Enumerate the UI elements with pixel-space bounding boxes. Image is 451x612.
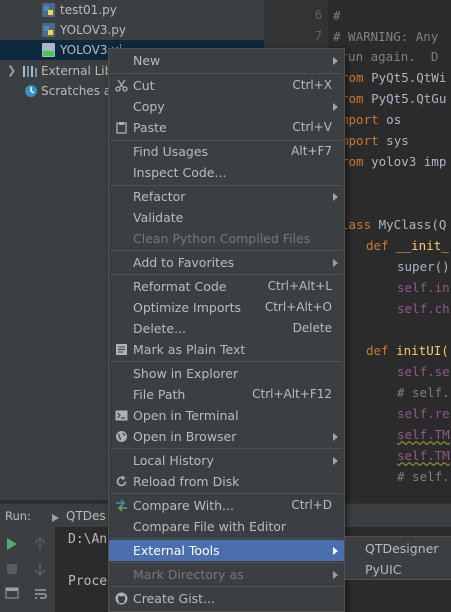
menu-item-refactor[interactable]: Refactor (109, 186, 344, 207)
libraries-icon (23, 66, 37, 77)
scissors-icon (115, 79, 128, 92)
menu-item-local-history[interactable]: Local History (109, 450, 344, 471)
python-file-icon (42, 3, 55, 17)
menu-item-copy[interactable]: Copy (109, 96, 344, 117)
code-line: self.in (397, 280, 450, 295)
menu-item-reload-disk[interactable]: Reload from Disk (109, 471, 344, 492)
menu-item-cut[interactable]: Cut Ctrl+X (109, 75, 344, 96)
submenu-arrow-icon (333, 259, 338, 267)
code-line: def initUI( (366, 343, 449, 358)
stop-icon[interactable] (6, 563, 18, 575)
menu-item-file-path[interactable]: File Path Ctrl+Alt+F12 (109, 384, 344, 405)
menu-separator (111, 73, 342, 74)
tree-item-label: test01.py (60, 3, 117, 17)
code-line: self.re (397, 406, 450, 421)
scratches-icon (25, 85, 37, 97)
submenu-arrow-icon (333, 547, 338, 555)
reload-icon (116, 475, 127, 487)
code-line: self.TM (397, 427, 450, 442)
github-icon (115, 592, 128, 605)
submenu-arrow-icon (333, 103, 338, 111)
code-line: def __init_ (366, 238, 449, 253)
compare-arrows-icon (116, 499, 127, 512)
code-line: self.se (397, 364, 450, 379)
menu-item-new[interactable]: New (109, 50, 344, 71)
console-line: Proce (68, 574, 108, 589)
menu-separator (111, 586, 342, 587)
soft-wrap-icon[interactable] (34, 587, 48, 601)
menu-item-inspect-code[interactable]: Inspect Code... (109, 162, 344, 183)
menu-separator (111, 448, 342, 449)
menu-item-add-to-favorites[interactable]: Add to Favorites (109, 252, 344, 273)
menu-item-open-browser[interactable]: Open in Browser (109, 426, 344, 447)
arrow-up-icon[interactable] (34, 537, 46, 551)
line-number: 6 (314, 8, 322, 22)
menu-item-show-in-explorer[interactable]: Show in Explorer (109, 363, 344, 384)
submenu-arrow-icon (333, 457, 338, 465)
code-line: # self. (397, 385, 450, 400)
submenu-arrow-icon (333, 571, 338, 579)
run-toolbar (0, 527, 55, 612)
code-line: self.TM (397, 448, 450, 463)
menu-item-create-gist[interactable]: Create Gist... (109, 588, 344, 609)
code-line: # (333, 8, 341, 23)
menu-separator (111, 562, 342, 563)
tree-item-yolov3-py[interactable]: YOLOV3.py (0, 20, 264, 40)
external-tools-submenu: QTDesigner PyUIC (344, 536, 451, 580)
code-line: run again. D (333, 49, 439, 64)
context-menu: New Cut Ctrl+X Copy Paste Ctrl+V Find Usag… (108, 48, 345, 612)
submenu-arrow-icon (333, 433, 338, 441)
menu-item-mark-plain-text[interactable]: Mark as Plain Text (109, 339, 344, 360)
code-line: mport sys (341, 133, 409, 148)
chevron-right-icon[interactable]: ❯ (7, 61, 16, 81)
menu-separator (111, 274, 342, 275)
submenu-item-qtdesigner[interactable]: QTDesigner (365, 541, 438, 556)
tree-item-test01[interactable]: test01.py (0, 0, 264, 20)
menu-item-clean-compiled: Clean Python Compiled Files (133, 231, 311, 246)
code-line: self.ch (397, 301, 450, 316)
globe-icon (116, 431, 127, 442)
menu-separator (111, 538, 342, 539)
code-line: rom yolov3 imp (341, 154, 447, 169)
menu-item-compare-editor[interactable]: Compare File with Editor (109, 516, 344, 537)
layout-icon[interactable] (5, 587, 19, 599)
python-file-icon (42, 23, 55, 37)
menu-item-paste[interactable]: Paste Ctrl+V (109, 117, 344, 138)
menu-item-find-usages[interactable]: Find Usages Alt+F7 (109, 141, 344, 162)
menu-item-mark-directory: Mark Directory as (109, 564, 344, 585)
code-line: lass MyClass(Q (341, 217, 447, 232)
line-number: 7 (314, 29, 322, 43)
menu-item-delete[interactable]: Delete... Delete (109, 318, 344, 339)
menu-separator (111, 250, 342, 251)
menu-item-compare-with[interactable]: Compare With... Ctrl+D (109, 495, 344, 516)
tree-item-label: YOLOV3.py (60, 23, 126, 37)
menu-item-optimize-imports[interactable]: Optimize Imports Ctrl+Alt+O (109, 297, 344, 318)
menu-item-external-tools[interactable]: External Tools (109, 540, 344, 561)
submenu-item-pyuic[interactable]: PyUIC (365, 562, 402, 577)
terminal-icon (115, 410, 128, 421)
code-line: super() (397, 259, 450, 274)
menu-separator (111, 361, 342, 362)
arrow-down-icon[interactable] (34, 562, 46, 576)
code-line: mport os (341, 112, 402, 127)
clipboard-icon (116, 122, 127, 134)
text-file-icon (116, 344, 127, 355)
run-panel-label: Run: (5, 509, 31, 523)
code-line: rom PyQt5.QtWi (341, 70, 447, 85)
submenu-arrow-icon (333, 57, 338, 65)
submenu-arrow-icon (333, 193, 338, 201)
menu-item-open-terminal[interactable]: Open in Terminal (109, 405, 344, 426)
menu-item-validate[interactable]: Validate (109, 207, 344, 228)
menu-separator (111, 493, 342, 494)
code-line: # WARNING: Any (333, 29, 439, 44)
run-tab[interactable]: QTDes (66, 509, 106, 523)
play-icon[interactable] (6, 537, 18, 551)
menu-item-reformat-code[interactable]: Reformat Code Ctrl+Alt+L (109, 276, 344, 297)
qt-ui-file-icon (42, 43, 55, 57)
code-line: # self. (397, 469, 450, 484)
console-line: D:\An (68, 532, 108, 547)
code-line: rom PyQt5.QtGu (341, 91, 447, 106)
run-config-icon (52, 514, 59, 522)
code-editor[interactable]: # # WARNING: Any run again. D rom PyQt5.… (328, 0, 451, 500)
